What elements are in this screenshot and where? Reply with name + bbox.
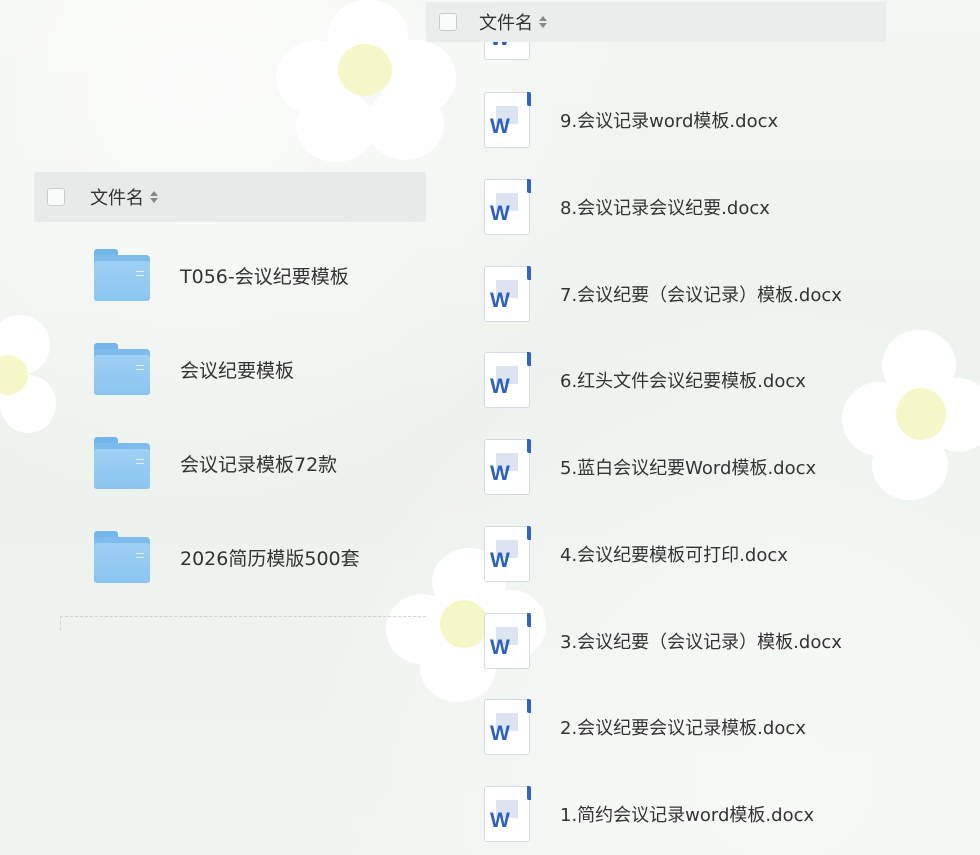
file-row[interactable]: W 9.会议记录word模板.docx [484,91,778,149]
file-row[interactable]: W 6.红头文件会议纪要模板.docx [484,351,806,409]
folder-name: T056-会议纪要模板 [180,265,349,288]
file-row[interactable]: W 2.会议纪要会议记录模板.docx [484,698,806,756]
file-name: 1.简约会议记录word模板.docx [560,805,815,826]
file-name: 4.会议纪要模板可打印.docx [560,545,788,566]
file-row[interactable]: W 1.简约会议记录word模板.docx [484,785,814,843]
sort-icon[interactable] [150,191,158,203]
folder-icon [94,531,150,583]
column-header-filename[interactable]: 文件名 [479,9,533,35]
file-name: 7.会议纪要（会议记录）模板.docx [560,285,842,306]
folder-row[interactable]: 会议纪要模板 [94,341,294,397]
folder-name: 会议记录模板72款 [180,453,338,476]
left-file-list: 文件名 [34,172,426,222]
file-name: 3.会议纪要（会议记录）模板.docx [560,632,842,653]
word-file-icon-partial: W [484,42,530,60]
flower-decoration-left [0,315,60,435]
word-file-icon: W [484,352,531,408]
word-file-icon: W [484,526,531,582]
word-file-icon: W [484,786,531,842]
select-all-checkbox[interactable] [439,13,457,31]
folder-row[interactable]: 会议记录模板72款 [94,435,337,491]
file-row[interactable]: W 8.会议记录会议纪要.docx [484,178,770,236]
file-row[interactable]: W 3.会议纪要（会议记录）模板.docx [484,612,842,670]
file-row[interactable]: W 4.会议纪要模板可打印.docx [484,525,788,583]
file-name: 6.红头文件会议纪要模板.docx [560,371,806,392]
file-name: 2.会议纪要会议记录模板.docx [560,718,806,739]
file-name: 8.会议记录会议纪要.docx [560,198,770,219]
word-file-icon: W [484,179,531,235]
divider-tick [60,616,61,630]
word-file-icon: W [484,699,531,755]
right-file-list: 文件名 W W 9.会议记录word模板.docx W 8.会议记录会议纪要.d… [426,0,980,855]
file-name: 5.蓝白会议纪要Word模板.docx [560,458,817,479]
folder-row[interactable]: 2026简历模版500套 [94,529,360,585]
folder-icon [94,437,150,489]
column-header-filename[interactable]: 文件名 [90,184,144,210]
folder-icon [94,249,150,301]
file-name: 9.会议记录word模板.docx [560,111,779,132]
divider [60,616,426,617]
folder-name: 会议纪要模板 [180,359,295,382]
folder-icon [94,343,150,395]
word-file-icon: W [484,439,531,495]
left-list-header: 文件名 [34,172,426,222]
word-file-icon: W [484,613,531,669]
right-list-header: 文件名 [426,2,886,42]
select-all-checkbox[interactable] [47,188,65,206]
file-row[interactable]: W 5.蓝白会议纪要Word模板.docx [484,438,816,496]
sort-icon[interactable] [539,16,547,28]
file-row[interactable]: W 7.会议纪要（会议记录）模板.docx [484,265,842,323]
word-file-icon: W [484,266,531,322]
folder-row[interactable]: T056-会议纪要模板 [94,247,349,303]
folder-name: 2026简历模版500套 [180,547,360,570]
word-file-icon: W [484,92,531,148]
